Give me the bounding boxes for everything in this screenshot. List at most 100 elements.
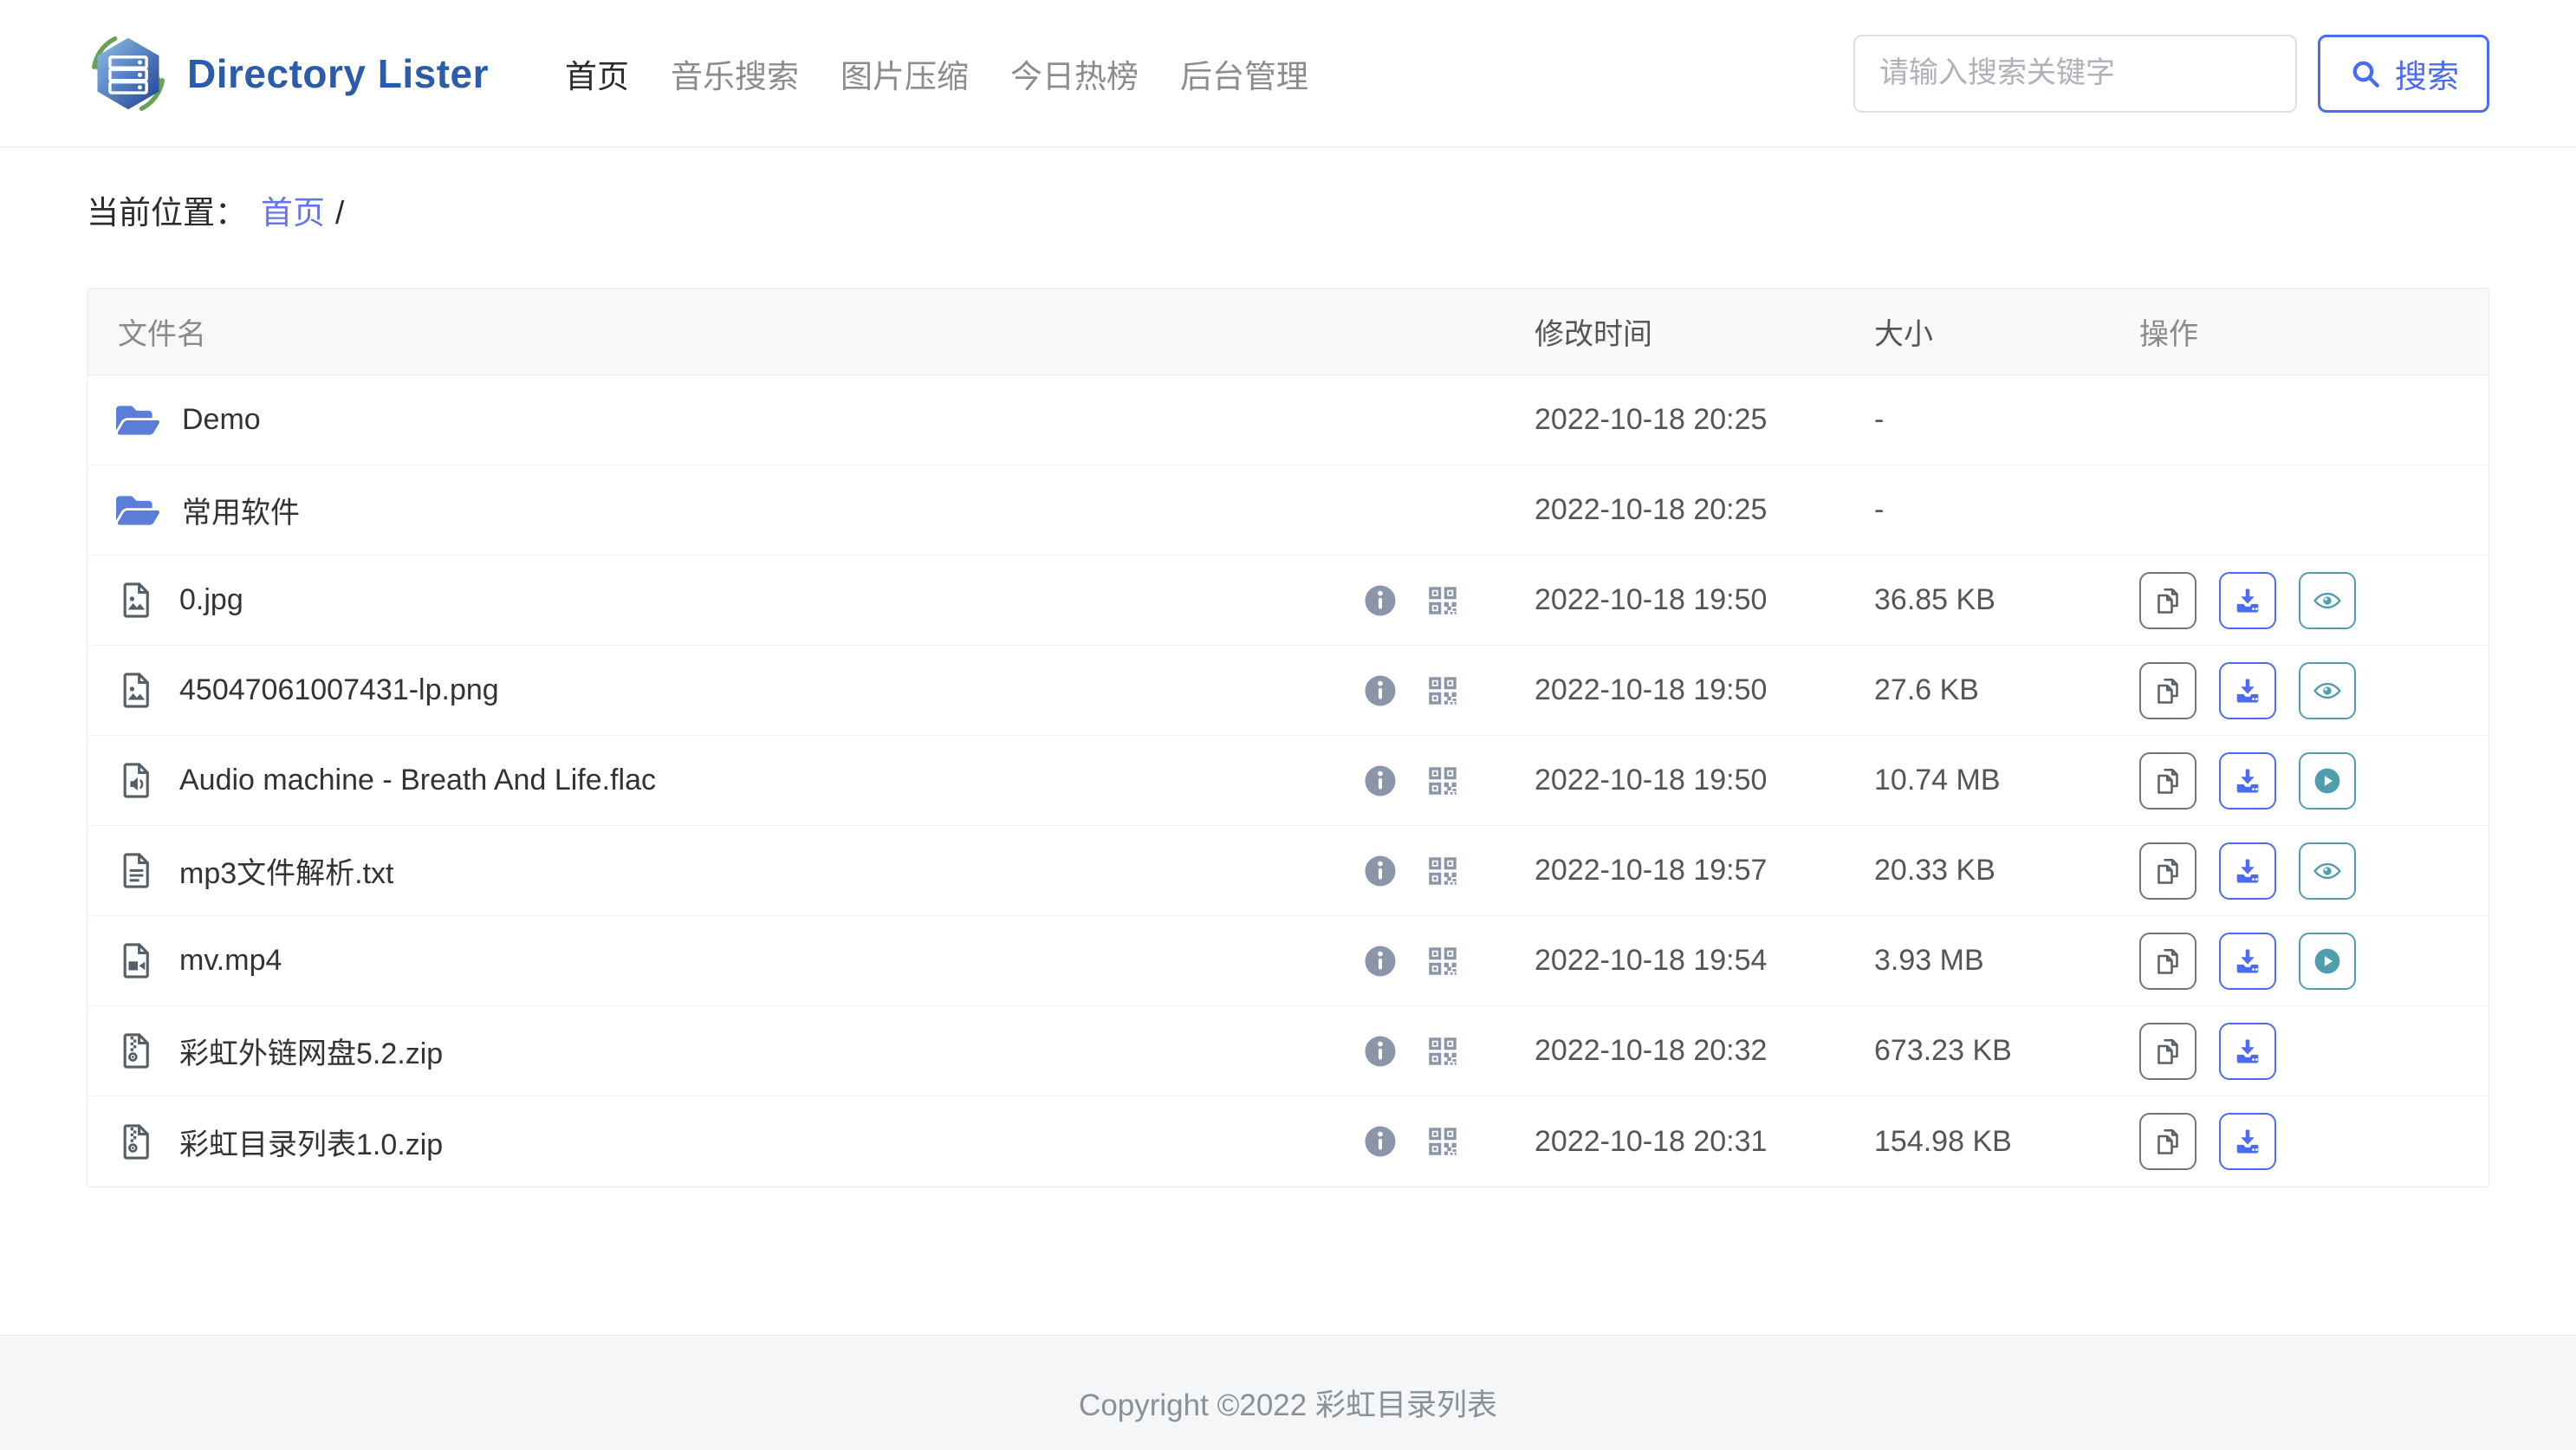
info-icon[interactable] [1362,1123,1398,1160]
table-body: Demo 2022-10-18 20:25 - 常用软件 2022-10-18 20:2… [88,375,2488,1187]
modified-time: 2022-10-18 19:57 [1535,854,1768,887]
copy-button[interactable] [2139,751,2196,810]
text-file-icon [116,850,157,891]
download-button[interactable] [2219,751,2276,810]
file-name-link[interactable]: 0.jpg [179,583,243,617]
file-size: 673.23 KB [1874,1034,2012,1067]
file-badges [1362,763,1461,799]
info-icon[interactable] [1362,853,1398,889]
table-row: mv.mp4 2022-10-18 19:54 3.93 MB [88,916,2488,1006]
qrcode-icon[interactable] [1424,1033,1461,1070]
zip-file-icon [116,1031,157,1071]
file-name-cell: 彩虹目录列表1.0.zip [88,1121,1535,1163]
info-icon[interactable] [1362,673,1398,709]
play-button[interactable] [2299,751,2356,810]
copy-button[interactable] [2139,1022,2196,1080]
download-button[interactable] [2219,1022,2276,1080]
breadcrumb-home-link[interactable]: 首页 [261,195,325,231]
copy-button[interactable] [2139,661,2196,719]
info-icon[interactable] [1362,763,1398,799]
file-size: 154.98 KB [1874,1124,2012,1158]
qrcode-icon[interactable] [1424,673,1461,709]
download-button[interactable] [2219,1113,2276,1170]
nav-item-home[interactable]: 首页 [565,50,629,97]
file-name-link[interactable]: 彩虹目录列表1.0.zip [179,1121,443,1163]
row-actions [2139,1113,2488,1170]
image-file-icon [116,580,157,621]
nav-item-music-search[interactable]: 音乐搜索 [671,50,799,97]
file-name-cell: Audio machine - Breath And Life.flac [88,760,1535,801]
row-actions [2139,751,2488,810]
file-size: 20.33 KB [1874,854,1995,887]
breadcrumb-prefix: 当前位置： [87,195,247,231]
file-size: - [1874,493,1885,526]
search-button-label: 搜索 [2395,58,2459,94]
file-size: 10.74 MB [1874,764,2001,797]
download-button[interactable] [2219,932,2276,990]
preview-button[interactable] [2299,661,2356,719]
nav-item-image-compress[interactable]: 图片压缩 [840,50,969,97]
download-button[interactable] [2219,661,2276,719]
file-name-cell: 0.jpg [88,580,1535,621]
qrcode-icon[interactable] [1424,943,1461,979]
file-name-cell: mp3文件解析.txt [88,849,1535,892]
download-button[interactable] [2219,842,2276,900]
nav-item-admin[interactable]: 后台管理 [1180,50,1308,97]
brand[interactable]: Directory Lister [87,32,489,115]
breadcrumb-separator: / [335,195,345,231]
download-button[interactable] [2219,571,2276,629]
info-icon[interactable] [1362,1033,1398,1070]
file-size: 3.93 MB [1874,944,1984,977]
play-button[interactable] [2299,932,2356,990]
file-name-link[interactable]: 彩虹外链网盘5.2.zip [179,1030,443,1072]
table-row: 彩虹目录列表1.0.zip 2022-10-18 20:31 154.98 KB [88,1096,2488,1187]
column-header-size: 大小 [1874,318,1933,351]
file-name-link[interactable]: mv.mp4 [179,944,282,978]
preview-button[interactable] [2299,571,2356,629]
search-button[interactable]: 搜索 [2318,34,2489,113]
file-table: 文件名 修改时间 大小 操作 Demo 2022-10-18 20:25- 常用软件… [87,288,2489,1187]
nav-item-hot-list[interactable]: 今日热榜 [1010,50,1139,97]
qrcode-icon[interactable] [1424,853,1461,889]
copy-button[interactable] [2139,1113,2196,1170]
folder-link[interactable]: Demo [182,403,261,437]
modified-time: 2022-10-18 20:25 [1535,493,1768,526]
qrcode-icon[interactable] [1424,1123,1461,1160]
page: Directory Lister 首页 音乐搜索 图片压缩 今日热榜 后台管理 … [0,0,2576,1450]
modified-time: 2022-10-18 20:25 [1535,403,1768,436]
row-actions [2139,571,2488,629]
folder-file-icon [116,489,159,532]
search-input[interactable] [1853,34,2297,113]
copy-button[interactable] [2139,571,2196,629]
table-row: mp3文件解析.txt 2022-10-18 19:57 20.33 KB [88,826,2488,916]
column-header-modified: 修改时间 [1535,318,1652,351]
video-file-icon [116,940,157,981]
modified-time: 2022-10-18 19:50 [1535,583,1768,616]
file-name-link[interactable]: Audio machine - Breath And Life.flac [179,764,656,797]
column-header-name: 文件名 [118,318,206,351]
preview-button[interactable] [2299,842,2356,900]
file-name-link[interactable]: mp3文件解析.txt [179,849,393,892]
footer: Copyright ©2022 彩虹目录列表 [0,1335,2576,1450]
copy-button[interactable] [2139,842,2196,900]
brand-logo-icon [92,36,165,111]
row-actions [2139,1022,2488,1080]
info-icon[interactable] [1362,943,1398,979]
file-badges [1362,673,1461,709]
file-name-link[interactable]: 45047061007431-lp.png [179,673,499,707]
folder-link[interactable]: 常用软件 [182,489,300,531]
search-icon [2352,61,2379,88]
copy-button[interactable] [2139,932,2196,990]
row-actions [2139,661,2488,719]
info-icon[interactable] [1362,582,1398,619]
file-size: 27.6 KB [1874,673,1979,706]
search-area: 搜索 [1853,34,2489,113]
qrcode-icon[interactable] [1424,582,1461,619]
audio-file-icon [116,760,157,801]
folder-file-icon [116,399,159,442]
image-file-icon [116,670,157,711]
row-actions [2139,932,2488,990]
file-badges [1362,853,1461,889]
table-row: 0.jpg 2022-10-18 19:50 36.85 KB [88,556,2488,646]
qrcode-icon[interactable] [1424,763,1461,799]
